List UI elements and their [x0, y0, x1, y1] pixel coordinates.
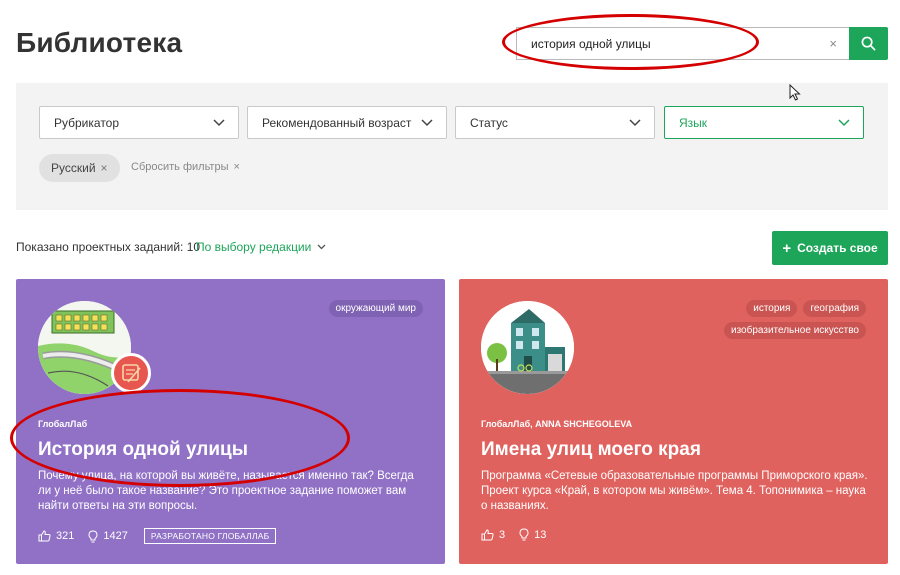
chevron-down-icon [213, 119, 225, 127]
search-box[interactable]: × [516, 27, 849, 60]
chevron-down-icon [838, 119, 850, 127]
search-input[interactable] [531, 28, 821, 59]
select-label: Статус [470, 115, 508, 130]
age-select[interactable]: Рекомендованный возраст [247, 106, 447, 139]
thumbs-up-icon [481, 528, 494, 540]
filter-panel: Рубрикатор Рекомендованный возраст Стату… [16, 83, 888, 210]
likes-stat: 3 [481, 529, 505, 541]
chevron-down-icon [317, 244, 326, 250]
create-button[interactable]: + Создать свое [772, 231, 888, 265]
lightbulb-icon [519, 528, 529, 541]
ideas-stat: 13 [519, 528, 546, 541]
project-card[interactable]: история география изобразительное искусс… [459, 279, 888, 564]
sort-dropdown[interactable]: По выбору редакции [196, 240, 326, 254]
page-title: Библиотека [16, 27, 183, 58]
card-author: ГлобалЛаб, ANNA SHCHEGOLEVA [481, 419, 633, 429]
results-count: Показано проектных заданий: 10 [16, 240, 201, 254]
likes-count: 321 [56, 530, 75, 542]
sort-label: По выбору редакции [196, 240, 312, 254]
card-title[interactable]: История одной улицы [38, 439, 248, 461]
plus-icon: + [782, 239, 792, 257]
likes-stat: 321 [38, 530, 74, 542]
tag[interactable]: география [803, 300, 866, 317]
tag[interactable]: история [746, 300, 798, 317]
rubricator-select[interactable]: Рубрикатор [39, 106, 239, 139]
developed-by-badge: РАЗРАБОТАНО ГЛОБАЛЛАБ [143, 528, 277, 544]
chip-label: Русский [51, 161, 96, 175]
lightbulb-icon [88, 529, 98, 542]
project-type-icon [111, 353, 151, 393]
create-label: Создать свое [797, 241, 878, 255]
ideas-count: 1427 [103, 530, 128, 542]
mouse-cursor-icon [789, 84, 801, 101]
tag[interactable]: окружающий мир [328, 300, 423, 317]
card-tags: окружающий мир [203, 300, 423, 317]
card-stats: 3 13 [481, 528, 554, 541]
ideas-stat: 1427 [88, 529, 128, 543]
tag[interactable]: изобразительное искусство [724, 322, 866, 339]
ideas-count: 13 [534, 528, 547, 541]
clear-search-icon[interactable]: × [829, 36, 837, 51]
likes-count: 3 [499, 528, 506, 541]
project-card[interactable]: окружающий мир ГлобалЛаб История одной у… [16, 279, 445, 564]
card-stats: 321 1427 РАЗРАБОТАНО ГЛОБАЛЛАБ [38, 528, 277, 544]
search-icon [861, 36, 876, 51]
card-description: Почему улица, на которой вы живёте, назы… [38, 470, 414, 512]
card-title[interactable]: Имена улиц моего края [481, 439, 701, 461]
card-description: Программа «Сетевые образовательные прогр… [481, 470, 868, 512]
select-label: Рекомендованный возраст [262, 115, 412, 130]
chevron-down-icon [421, 119, 433, 127]
language-select[interactable]: Язык [664, 106, 864, 139]
thumbs-up-icon [38, 530, 51, 542]
select-label: Язык [679, 115, 708, 130]
filter-chip-russian: Русский × [39, 154, 120, 182]
card-tags: история география изобразительное искусс… [646, 300, 866, 339]
search-button[interactable] [849, 27, 888, 60]
close-icon: × [233, 161, 240, 173]
chevron-down-icon [629, 119, 641, 127]
status-select[interactable]: Статус [455, 106, 655, 139]
select-label: Рубрикатор [54, 115, 120, 130]
card-author: ГлобалЛаб [38, 419, 88, 429]
project-image [481, 301, 574, 394]
reset-filters-button[interactable]: Сбросить фильтры × [131, 161, 240, 173]
reset-label: Сбросить фильтры [131, 161, 229, 173]
remove-chip-icon[interactable]: × [101, 161, 108, 175]
